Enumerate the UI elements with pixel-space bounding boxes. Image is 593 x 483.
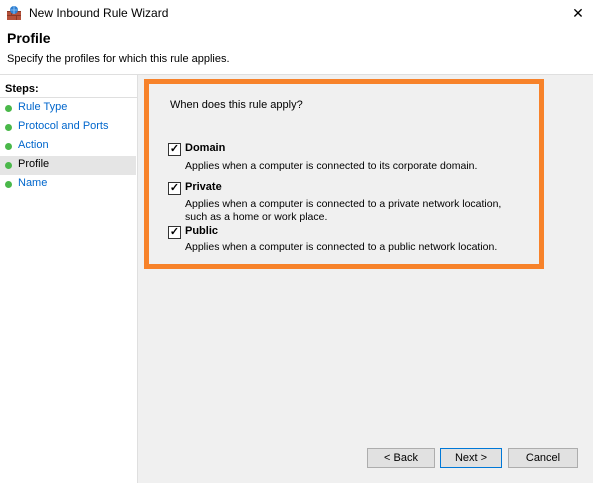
step-item-rule-type[interactable]: Rule Type	[0, 99, 136, 118]
page-header: Profile Specify the profiles for which t…	[0, 26, 593, 74]
green-dot-icon	[5, 162, 12, 169]
step-label: Profile	[18, 158, 50, 170]
close-button[interactable]: ✕	[563, 0, 593, 26]
page-title: Profile	[7, 30, 51, 46]
green-dot-icon	[5, 181, 12, 188]
window-title: New Inbound Rule Wizard	[29, 6, 169, 20]
back-button[interactable]: < Back	[367, 448, 435, 468]
step-item-name[interactable]: Name	[0, 175, 136, 194]
private-label[interactable]: Private	[185, 181, 222, 193]
close-icon: ✕	[572, 5, 584, 21]
public-label[interactable]: Public	[185, 225, 218, 237]
public-description: Applies when a computer is connected to …	[185, 241, 498, 253]
step-label: Action	[18, 139, 49, 151]
step-item-profile[interactable]: Profile	[0, 156, 136, 175]
question-text: When does this rule apply?	[170, 99, 303, 111]
steps-heading: Steps:	[5, 83, 39, 95]
public-checkbox[interactable]: ✓	[168, 226, 181, 239]
step-item-protocol-and-ports[interactable]: Protocol and Ports	[0, 118, 136, 137]
domain-label[interactable]: Domain	[185, 142, 225, 154]
checkmark-icon: ✓	[169, 143, 180, 155]
profile-options-highlight: When does this rule apply? ✓ Domain Appl…	[144, 79, 544, 269]
checkmark-icon: ✓	[169, 182, 180, 194]
green-dot-icon	[5, 105, 12, 112]
wizard-window: New Inbound Rule Wizard ✕ Profile Specif…	[0, 0, 593, 483]
step-item-action[interactable]: Action	[0, 137, 136, 156]
green-dot-icon	[5, 124, 12, 131]
green-dot-icon	[5, 143, 12, 150]
private-description: Applies when a computer is connected to …	[185, 198, 502, 223]
checkmark-icon: ✓	[169, 226, 180, 238]
page-subtitle: Specify the profiles for which this rule…	[7, 53, 230, 65]
step-label: Name	[18, 177, 48, 189]
cancel-button[interactable]: Cancel	[508, 448, 578, 468]
steps-divider	[0, 97, 137, 98]
firewall-icon	[7, 6, 21, 20]
domain-description: Applies when a computer is connected to …	[185, 160, 478, 172]
title-bar: New Inbound Rule Wizard ✕	[0, 0, 593, 26]
steps-panel: Steps: Rule Type Protocol and Ports Acti…	[0, 75, 137, 483]
domain-checkbox[interactable]: ✓	[168, 143, 181, 156]
panel-divider	[137, 75, 138, 483]
private-checkbox[interactable]: ✓	[168, 182, 181, 195]
step-label: Rule Type	[18, 101, 68, 113]
step-label: Protocol and Ports	[18, 120, 109, 132]
next-button[interactable]: Next >	[440, 448, 502, 468]
